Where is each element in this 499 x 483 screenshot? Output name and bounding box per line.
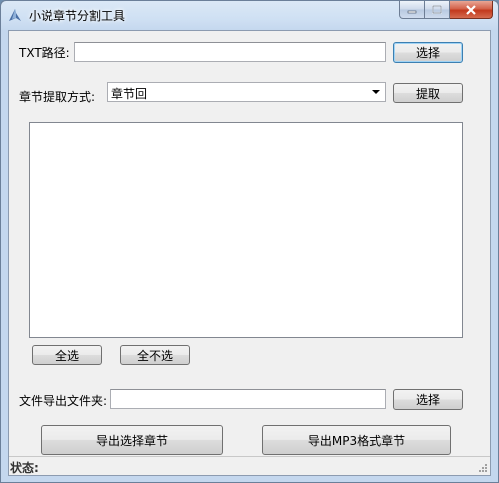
title-bar[interactable]: 小说章节分割工具 xyxy=(1,1,498,30)
extract-button[interactable]: 提取 xyxy=(393,83,463,103)
browse-export-button[interactable]: 选择 xyxy=(393,389,463,410)
export-selected-button[interactable]: 导出选择章节 xyxy=(41,425,223,455)
browse-txt-button[interactable]: 选择 xyxy=(393,42,463,63)
resize-grip-icon[interactable] xyxy=(477,462,488,473)
chapter-list[interactable] xyxy=(29,122,463,338)
select-all-button[interactable]: 全选 xyxy=(32,345,102,365)
export-folder-input[interactable] xyxy=(110,389,386,409)
window-title: 小说章节分割工具 xyxy=(29,9,126,23)
status-bar: 状态: xyxy=(9,456,490,475)
extract-method-value: 章节回 xyxy=(111,87,148,101)
caption-buttons xyxy=(399,1,493,20)
extract-method-select[interactable]: 章节回 xyxy=(107,82,386,102)
app-window: 小说章节分割工具 TXT路径: 选择 章节提取方式: 章节回 提取 全选 全不选… xyxy=(0,0,499,483)
txt-path-label: TXT路径: xyxy=(19,46,70,60)
client-area: TXT路径: 选择 章节提取方式: 章节回 提取 全选 全不选 文件导出文件夹:… xyxy=(8,30,491,476)
status-label: 状态: xyxy=(10,461,39,475)
export-folder-label: 文件导出文件夹: xyxy=(19,394,108,408)
maximize-icon xyxy=(432,5,442,14)
txt-path-input[interactable] xyxy=(74,42,386,62)
export-mp3-button[interactable]: 导出MP3格式章节 xyxy=(262,425,451,455)
close-icon xyxy=(466,4,476,15)
minimize-icon xyxy=(407,10,417,13)
app-logo-icon xyxy=(9,9,21,21)
minimize-button[interactable] xyxy=(399,1,425,19)
maximize-button[interactable] xyxy=(425,1,450,19)
dropdown-arrow-icon[interactable] xyxy=(372,90,380,94)
close-button[interactable] xyxy=(450,1,493,19)
extract-method-label: 章节提取方式: xyxy=(19,90,96,104)
select-none-button[interactable]: 全不选 xyxy=(120,345,190,365)
